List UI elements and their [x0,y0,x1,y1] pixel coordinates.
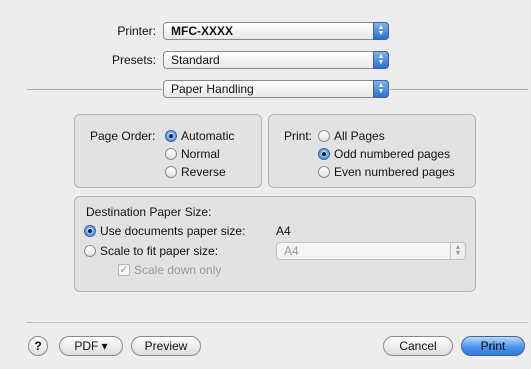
presets-label: Presets: [111,53,156,67]
print-odd-pages-radio[interactable] [318,148,330,160]
print-even-pages-radio[interactable] [318,166,330,178]
help-button[interactable]: ? [28,336,48,356]
scale-to-fit-radio[interactable] [84,245,96,257]
scale-down-only-checkbox[interactable]: ✓ [118,264,130,276]
scale-paper-size-popup[interactable]: A4 ▲ ▼ [276,242,466,260]
destination-title: Destination Paper Size: [86,205,212,219]
separator-left [27,89,162,90]
print-all-pages-label: All Pages [334,129,385,143]
page-order-automatic-radio[interactable] [165,130,177,142]
preview-button[interactable]: Preview [131,336,201,356]
page-order-normal-label: Normal [181,147,220,161]
page-order-reverse-label: Reverse [181,165,226,179]
printer-value: MFC-XXXX [171,24,234,38]
use-doc-size-label: Use documents paper size: [100,224,246,238]
presets-popup[interactable]: Standard ▲ ▼ [163,51,389,69]
popup-arrows-icon: ▲ ▼ [373,51,389,69]
print-odd-pages-label: Odd numbered pages [334,147,451,161]
popup-arrows-icon: ▲ ▼ [373,22,389,40]
cancel-button[interactable]: Cancel [383,336,453,356]
pdf-menu-button[interactable]: PDF ▾ [59,336,123,356]
print-pages-label: Print: [284,129,313,143]
print-even-pages-label: Even numbered pages [334,165,455,179]
printer-label: Printer: [117,24,156,38]
scale-paper-size-value: A4 [284,244,299,258]
panel-popup[interactable]: Paper Handling ▲ ▼ [163,80,389,98]
scale-down-only-label: Scale down only [134,263,222,277]
print-button[interactable]: Print [461,336,525,356]
page-order-normal-radio[interactable] [165,148,177,160]
footer-separator [27,322,528,323]
page-order-reverse-radio[interactable] [165,166,177,178]
panel-value: Paper Handling [171,82,254,96]
popup-arrows-icon: ▲ ▼ [373,80,389,98]
page-order-label: Page Order: [90,129,156,143]
separator-right [390,89,528,90]
popup-arrows-icon: ▲ ▼ [450,242,466,260]
scale-to-fit-label: Scale to fit paper size: [100,244,219,258]
page-order-automatic-label: Automatic [181,129,235,143]
use-doc-size-radio[interactable] [84,225,96,237]
use-doc-size-value: A4 [276,224,291,238]
print-all-pages-radio[interactable] [318,130,330,142]
presets-value: Standard [171,53,220,67]
printer-popup[interactable]: MFC-XXXX ▲ ▼ [163,22,389,40]
